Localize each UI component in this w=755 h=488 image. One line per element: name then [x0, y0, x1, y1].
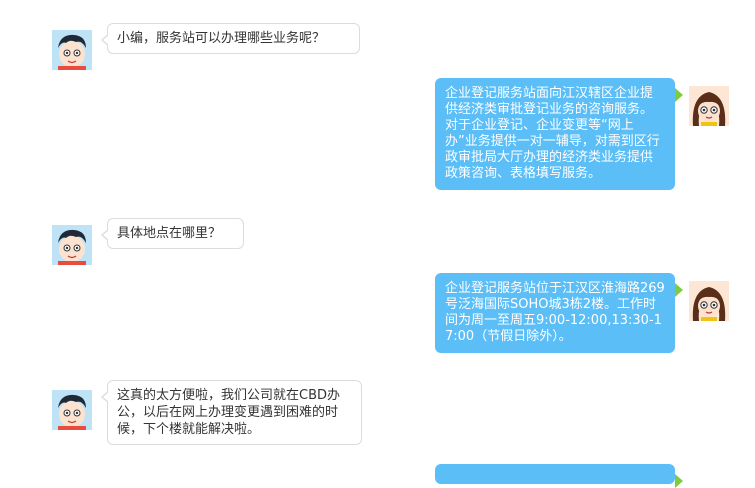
user-message-bubble: 具体地点在哪里？ [101, 218, 244, 249]
agent-message-text: 企业登记服务站位于江汉区淮海路269号泛海国际SOHO城3栋2楼。工作时间为周一… [445, 281, 665, 344]
user-message-bubble: 小编，服务站可以办理哪些业务呢？ [101, 23, 360, 54]
agent-message-bubble-partial [435, 464, 683, 488]
agent-message-bubble: 企业登记服务站面向江汉辖区企业提供经济类审批登记业务的咨询服务。对于企业登记、企… [435, 78, 683, 190]
girl-avatar-icon [689, 86, 729, 126]
agent-message-bubble: 企业登记服务站位于江汉区淮海路269号泛海国际SOHO城3栋2楼。工作时间为周一… [435, 273, 683, 353]
user-message-text: 具体地点在哪里？ [117, 226, 222, 241]
girl-avatar-icon [689, 281, 729, 321]
boy-avatar-icon [52, 225, 92, 265]
user-message-text: 小编，服务站可以办理哪些业务呢？ [117, 31, 326, 46]
user-message-bubble: 这真的太方便啦，我们公司就在CBD办公，以后在网上办理变更遇到困难的时候，下个楼… [101, 380, 362, 445]
boy-avatar-icon [52, 30, 92, 70]
user-message-text: 这真的太方便啦，我们公司就在CBD办公，以后在网上办理变更遇到困难的时候，下个楼… [117, 388, 341, 437]
boy-avatar-icon [52, 390, 92, 430]
agent-message-text: 企业登记服务站面向江汉辖区企业提供经济类审批登记业务的咨询服务。对于企业登记、企… [445, 86, 660, 181]
